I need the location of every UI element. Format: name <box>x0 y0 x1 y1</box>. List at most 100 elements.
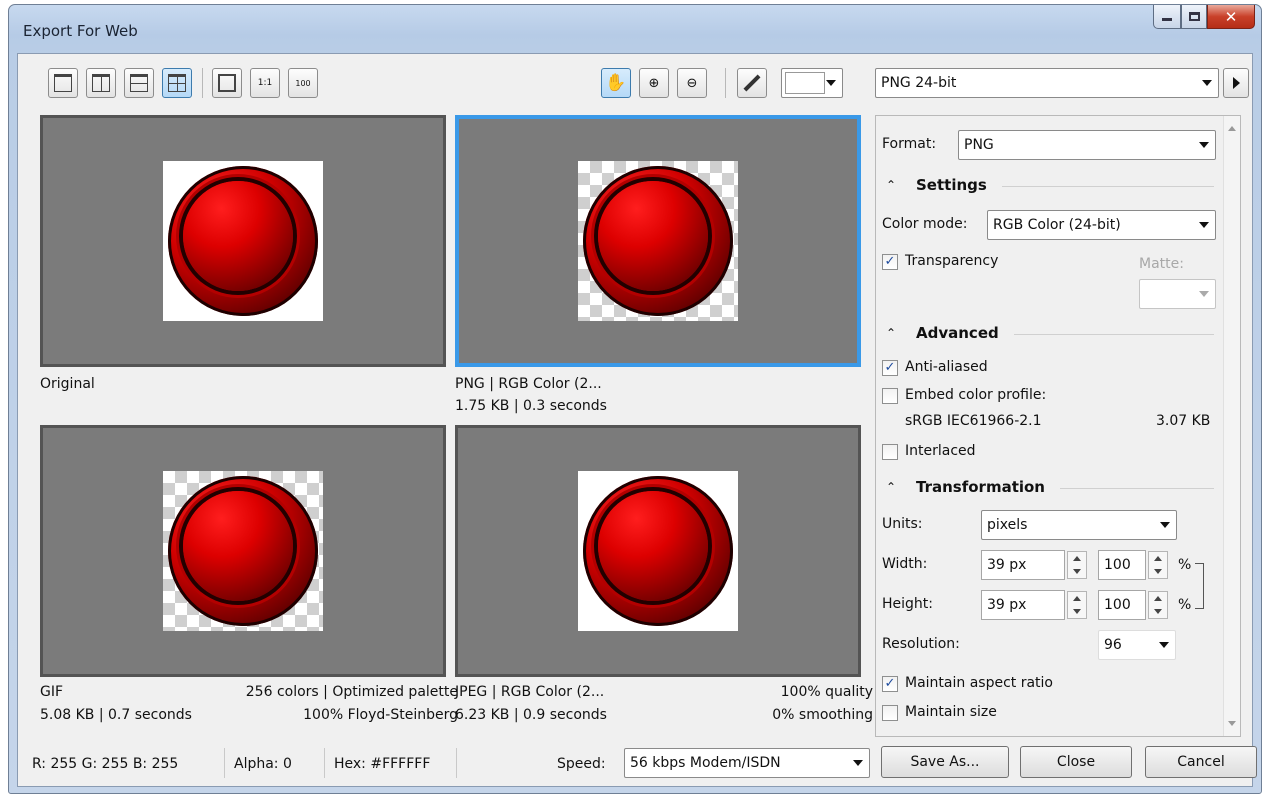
color-mode-select[interactable]: RGB Color (24-bit) <box>987 210 1216 240</box>
color-mode-value: RGB Color (24-bit) <box>993 217 1121 233</box>
zoom-1-to-1-button[interactable]: 1:1 <box>250 68 280 98</box>
height-px-input[interactable]: 39 px <box>981 590 1065 620</box>
format-label: Format: <box>882 136 937 152</box>
width-px-value: 39 px <box>987 557 1027 573</box>
zoom-one-to-one-icon: 1:1 <box>257 78 273 88</box>
maintain-aspect-checkbox[interactable]: ✓ <box>882 676 898 692</box>
transparency-checkbox[interactable]: ✓ <box>882 254 898 270</box>
matte-label: Matte: <box>1139 256 1184 272</box>
chevron-down-icon <box>1199 222 1209 228</box>
units-select[interactable]: pixels <box>981 510 1177 540</box>
original-caption: Original <box>40 376 95 392</box>
color-swatch <box>785 72 825 94</box>
embed-profile-label: Embed color profile: <box>905 387 1047 403</box>
width-pct-input[interactable]: 100 <box>1098 550 1146 580</box>
settings-heading: Settings <box>916 176 987 194</box>
height-pct-symbol: % <box>1178 597 1192 613</box>
eyedropper-button[interactable] <box>737 68 767 98</box>
minimize-button[interactable] <box>1153 5 1181 29</box>
title-bar: Export For Web ✕ <box>9 5 1261 55</box>
settings-panel: Format: PNG ⌃ Settings Color mode: RGB C… <box>875 115 1241 737</box>
close-window-button[interactable]: ✕ <box>1207 5 1255 29</box>
height-label: Height: <box>882 596 933 612</box>
chevron-down-icon <box>853 760 863 766</box>
width-label: Width: <box>882 556 928 572</box>
jpeg-caption-left2: 6.23 KB | 0.9 seconds <box>455 707 607 723</box>
color-mode-label: Color mode: <box>882 216 968 232</box>
resolution-select[interactable]: 96 <box>1098 630 1176 660</box>
minimize-icon <box>1162 18 1172 21</box>
view-quad-button[interactable] <box>162 68 192 98</box>
vertical-split-icon <box>92 74 110 92</box>
background-color-picker[interactable] <box>781 68 843 98</box>
pan-tool-button[interactable]: ✋ <box>601 68 631 98</box>
gif-caption-left1: GIF <box>40 684 64 700</box>
png-caption-line1: PNG | RGB Color (2... <box>455 376 602 392</box>
maintain-aspect-label: Maintain aspect ratio <box>905 675 1053 691</box>
width-pct-spinner[interactable] <box>1148 551 1168 579</box>
scroll-down-icon[interactable] <box>1228 721 1236 726</box>
zoom-to-fit-button[interactable] <box>212 68 242 98</box>
embed-profile-checkbox[interactable] <box>882 388 898 404</box>
height-px-spinner[interactable] <box>1067 591 1087 619</box>
transparency-label: Transparency <box>905 253 999 269</box>
transformation-heading: Transformation <box>916 478 1045 496</box>
collapse-advanced-icon[interactable]: ⌃ <box>886 326 896 340</box>
anti-aliased-checkbox[interactable]: ✓ <box>882 360 898 376</box>
units-label: Units: <box>882 516 923 532</box>
preset-value: PNG 24-bit <box>881 75 957 91</box>
preview-gif[interactable] <box>40 425 446 677</box>
width-pct-symbol: % <box>1178 557 1192 573</box>
preview-image <box>578 471 738 631</box>
profile-size: 3.07 KB <box>1156 413 1211 429</box>
preset-menu-button[interactable] <box>1223 68 1249 98</box>
zoom-in-button[interactable]: ⊕ <box>639 68 669 98</box>
zoom-fit-icon <box>218 74 236 92</box>
chevron-down-icon <box>1160 522 1170 528</box>
aspect-link-bracket[interactable] <box>1195 563 1204 609</box>
speed-select[interactable]: 56 kbps Modem/ISDN <box>624 748 870 778</box>
preset-select[interactable]: PNG 24-bit <box>875 68 1219 98</box>
preview-original[interactable] <box>40 115 446 367</box>
maintain-size-checkbox[interactable] <box>882 705 898 721</box>
cancel-button[interactable]: Cancel <box>1145 746 1257 778</box>
view-single-button[interactable] <box>48 68 78 98</box>
dialog-body: 1:1 100 ✋ ⊕ ⊖ PNG 24-bit Original PNG | … <box>17 53 1257 787</box>
maximize-button[interactable] <box>1181 5 1207 29</box>
status-bar: R: 255 G: 255 B: 255 Alpha: 0 Hex: #FFFF… <box>18 742 870 786</box>
preview-image <box>163 161 323 321</box>
maintain-size-label: Maintain size <box>905 704 997 720</box>
preview-jpeg[interactable] <box>455 425 861 677</box>
collapse-transformation-icon[interactable]: ⌃ <box>886 480 896 494</box>
width-px-input[interactable]: 39 px <box>981 550 1065 580</box>
anti-aliased-label: Anti-aliased <box>905 359 988 375</box>
resolution-label: Resolution: <box>882 636 960 652</box>
height-px-value: 39 px <box>987 597 1027 613</box>
preview-png[interactable] <box>455 115 861 367</box>
jpeg-caption-left1: JPEG | RGB Color (2... <box>455 684 605 700</box>
save-as-button[interactable]: Save As... <box>881 746 1009 778</box>
height-pct-value: 100 <box>1104 597 1131 613</box>
chevron-down-icon <box>1159 642 1169 648</box>
matte-select[interactable] <box>1139 279 1216 309</box>
chevron-down-icon <box>1199 291 1209 297</box>
gif-caption-right1: 256 colors | Optimized palette <box>245 684 458 700</box>
gif-caption-right2: 100% Floyd-Steinberg <box>303 707 458 723</box>
settings-scrollbar[interactable] <box>1223 116 1240 736</box>
preview-image <box>163 471 323 631</box>
hex-readout: Hex: #FFFFFF <box>334 756 431 772</box>
zoom-100-button[interactable]: 100 <box>288 68 318 98</box>
interlaced-checkbox[interactable] <box>882 444 898 460</box>
zoom-out-button[interactable]: ⊖ <box>677 68 707 98</box>
format-select[interactable]: PNG <box>958 130 1216 160</box>
width-px-spinner[interactable] <box>1067 551 1087 579</box>
view-horizontal-split-button[interactable] <box>124 68 154 98</box>
close-button[interactable]: Close <box>1020 746 1132 778</box>
height-pct-input[interactable]: 100 <box>1098 590 1146 620</box>
scroll-up-icon[interactable] <box>1228 126 1236 131</box>
collapse-settings-icon[interactable]: ⌃ <box>886 178 896 192</box>
chevron-down-icon <box>1202 80 1212 86</box>
height-pct-spinner[interactable] <box>1148 591 1168 619</box>
zoom-in-icon: ⊕ <box>648 75 660 91</box>
view-vertical-split-button[interactable] <box>86 68 116 98</box>
